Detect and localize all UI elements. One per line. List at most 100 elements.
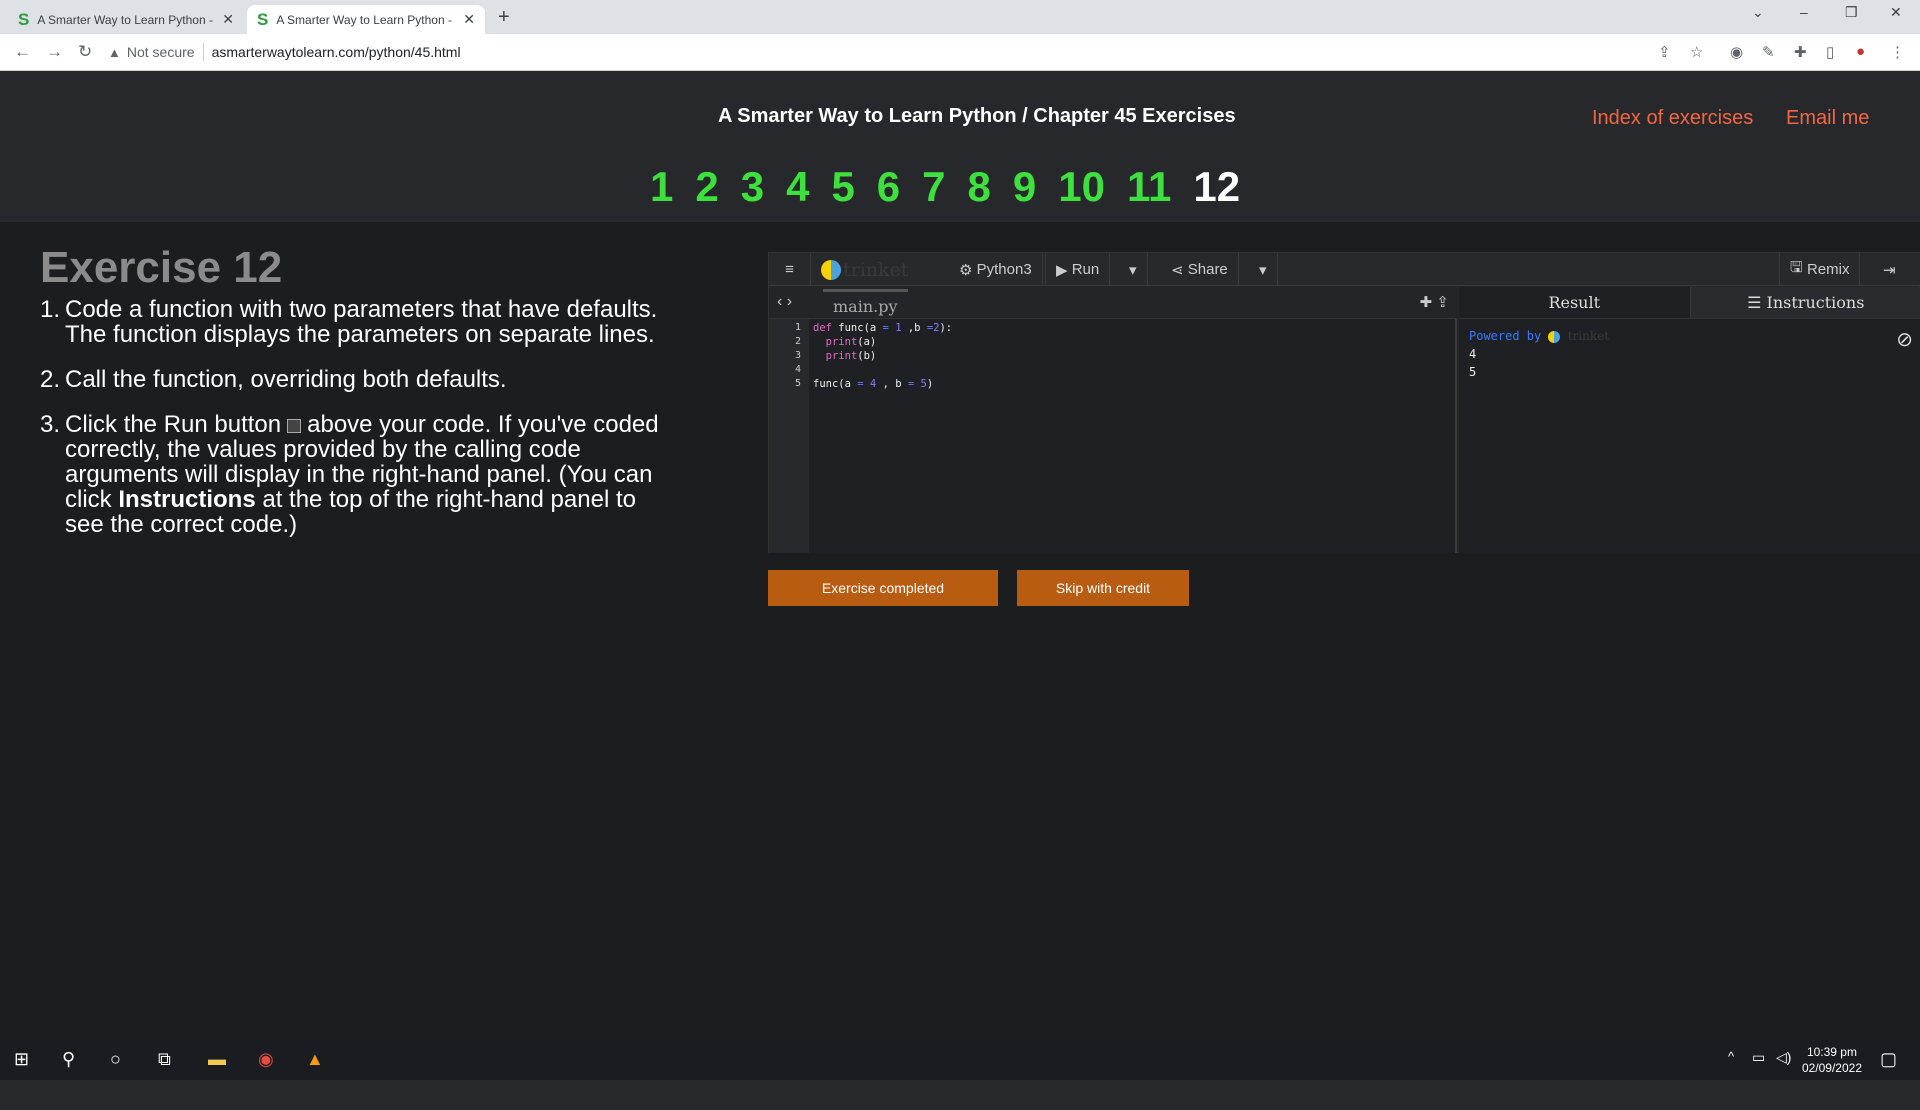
line-number: 5 <box>769 377 801 391</box>
exercise-link-9[interactable]: 9 <box>1013 163 1036 211</box>
run-options-dropdown[interactable]: ▾ <box>1119 253 1148 286</box>
browser-menu-icon[interactable]: ⋮ <box>1890 43 1905 61</box>
exercise-link-5[interactable]: 5 <box>831 163 854 211</box>
exercise-link-8[interactable]: 8 <box>968 163 991 211</box>
window-close-icon[interactable]: ✕ <box>1890 4 1902 21</box>
line-number: 1 <box>769 321 801 335</box>
tab-result[interactable]: Result <box>1459 287 1690 318</box>
exercise-link-2[interactable]: 2 <box>695 163 718 211</box>
extension-icon[interactable]: ◉ <box>1730 43 1743 61</box>
list-item: 1. Code a function with two parameters t… <box>40 297 680 347</box>
skip-with-credit-button[interactable]: Skip with credit <box>1017 570 1189 606</box>
trinket-toolbar: ≡ trinket ⚙ Python3 ▶ Run ▾ ⋖ Share ▾ 🖫 … <box>769 253 1920 286</box>
step-number: 2. <box>40 367 65 392</box>
code-content[interactable]: def func(a = 1 ,b =2): print(a) print(b)… <box>813 321 952 391</box>
profile-avatar[interactable]: ● <box>1856 43 1865 60</box>
upload-icon[interactable]: ⇪ <box>1436 294 1449 311</box>
trinket-logo-icon <box>821 260 841 280</box>
file-nav-arrows-icon[interactable]: ‹ › <box>777 293 792 311</box>
list-icon: ☰ <box>1747 293 1766 312</box>
file-tab-main[interactable]: main.py <box>823 289 908 319</box>
exercise-link-7[interactable]: 7 <box>922 163 945 211</box>
list-item: 2. Call the function, overriding both de… <box>40 367 680 392</box>
chevron-down-icon: ▾ <box>1259 261 1267 279</box>
vlc-icon[interactable]: ▲ <box>306 1049 324 1070</box>
page-title: A Smarter Way to Learn Python / Chapter … <box>718 105 1236 128</box>
url-text[interactable]: asmarterwaytolearn.com/python/45.html <box>212 44 461 60</box>
trinket-logo-icon <box>1548 331 1560 343</box>
browser-tab-active[interactable]: S A Smarter Way to Learn Python - ✕ <box>247 5 485 34</box>
tab-instructions[interactable]: ☰ Instructions <box>1690 287 1920 318</box>
code-line: print(b) <box>813 349 952 363</box>
share-options-dropdown[interactable]: ▾ <box>1249 253 1278 286</box>
chrome-icon[interactable]: ◉ <box>258 1049 274 1070</box>
network-icon[interactable]: ▭ <box>1752 1049 1765 1066</box>
url-omnibox[interactable]: ▲ Not secure asmarterwaytolearn.com/pyth… <box>108 38 1708 66</box>
console-output: Powered by trinket 4 5 <box>1469 327 1609 381</box>
clear-output-icon[interactable]: ⊘ <box>1896 327 1913 352</box>
python-icon: ⚙ <box>959 261 977 279</box>
exercise-link-12-current[interactable]: 12 <box>1193 163 1240 211</box>
exercise-link-10[interactable]: 10 <box>1058 163 1105 211</box>
page-content: A Smarter Way to Learn Python / Chapter … <box>0 71 1920 978</box>
side-panel-icon[interactable]: ▯ <box>1826 43 1834 61</box>
instructions-bold: Instructions <box>118 486 255 513</box>
task-view-icon[interactable]: ⧉ <box>158 1049 171 1070</box>
exercise-title: Exercise 12 <box>40 243 282 293</box>
code-line: print(a) <box>813 335 952 349</box>
new-tab-plus-icon[interactable]: + <box>498 6 510 29</box>
site-header: A Smarter Way to Learn Python / Chapter … <box>0 71 1920 222</box>
reload-icon[interactable]: ↻ <box>78 42 92 62</box>
close-icon[interactable]: ✕ <box>463 11 475 28</box>
index-of-exercises-link[interactable]: Index of exercises <box>1592 107 1753 130</box>
volume-icon[interactable]: ◁) <box>1776 1049 1791 1066</box>
exercise-link-1[interactable]: 1 <box>650 163 673 211</box>
share-icon: ⋖ <box>1171 261 1188 279</box>
play-icon: ▶ <box>1056 261 1072 279</box>
result-tabs: Result ☰ Instructions <box>1459 287 1920 319</box>
exercise-link-6[interactable]: 6 <box>877 163 900 211</box>
trinket-embed: ≡ trinket ⚙ Python3 ▶ Run ▾ ⋖ Share ▾ 🖫 … <box>768 252 1920 553</box>
exercise-completed-button[interactable]: Exercise completed <box>768 570 998 606</box>
save-icon: 🖫 <box>1790 257 1807 282</box>
forward-arrow-icon[interactable]: → <box>46 42 63 62</box>
back-arrow-icon[interactable]: ← <box>14 42 31 62</box>
exercise-number-nav: 1 2 3 4 5 6 7 8 9 10 11 12 <box>650 163 1240 211</box>
notifications-icon[interactable]: ▢ <box>1880 1049 1897 1070</box>
share-page-icon[interactable]: ⇪ <box>1658 43 1671 61</box>
system-tray-chevron-icon[interactable]: ^ <box>1728 1049 1734 1064</box>
browser-tab[interactable]: S A Smarter Way to Learn Python - ✕ <box>8 5 244 34</box>
exercise-link-3[interactable]: 3 <box>741 163 764 211</box>
extension-pen-icon[interactable]: ✎ <box>1762 43 1775 61</box>
exercise-link-11[interactable]: 11 <box>1127 163 1171 211</box>
login-icon[interactable]: ⇥ <box>1873 253 1906 286</box>
powered-by-label: Powered by <box>1469 329 1541 343</box>
search-icon[interactable]: ⚲ <box>62 1049 75 1070</box>
step-text: Code a function with two parameters that… <box>65 297 680 347</box>
code-line <box>813 363 952 377</box>
windows-start-icon[interactable]: ⊞ <box>14 1049 29 1070</box>
email-me-link[interactable]: Email me <box>1786 107 1869 130</box>
site-favicon: S <box>18 10 29 30</box>
add-file-icon[interactable]: ✚ <box>1420 294 1433 311</box>
hamburger-menu-icon[interactable]: ≡ <box>769 253 811 286</box>
windows-taskbar: ⊞ ⚲ ○ ⧉ ▬ ◉ ▲ ^ ▭ ◁) 10:39 pm 02/09/2022… <box>0 1039 1920 1080</box>
bookmark-star-icon[interactable]: ☆ <box>1690 43 1703 61</box>
site-favicon: S <box>257 10 268 30</box>
restore-icon[interactable]: ❐ <box>1845 4 1858 21</box>
close-icon[interactable]: ✕ <box>222 11 234 28</box>
cortana-icon[interactable]: ○ <box>110 1049 121 1070</box>
share-button[interactable]: ⋖ Share <box>1161 253 1239 286</box>
minimize-icon[interactable]: – <box>1800 4 1808 20</box>
remix-button[interactable]: 🖫 Remix <box>1779 253 1860 286</box>
output-line: 4 <box>1469 345 1609 363</box>
tab-search-chevron-icon[interactable]: ⌄ <box>1752 4 1764 21</box>
clock-date: 02/09/2022 <box>1802 1060 1862 1076</box>
step-text-before: Click the Run button <box>65 411 281 438</box>
run-button[interactable]: ▶ Run <box>1045 253 1110 286</box>
divider <box>203 43 204 61</box>
clock[interactable]: 10:39 pm 02/09/2022 <box>1802 1044 1862 1076</box>
exercise-link-4[interactable]: 4 <box>786 163 809 211</box>
file-explorer-icon[interactable]: ▬ <box>208 1049 226 1070</box>
extensions-puzzle-icon[interactable]: ✚ <box>1794 43 1807 61</box>
